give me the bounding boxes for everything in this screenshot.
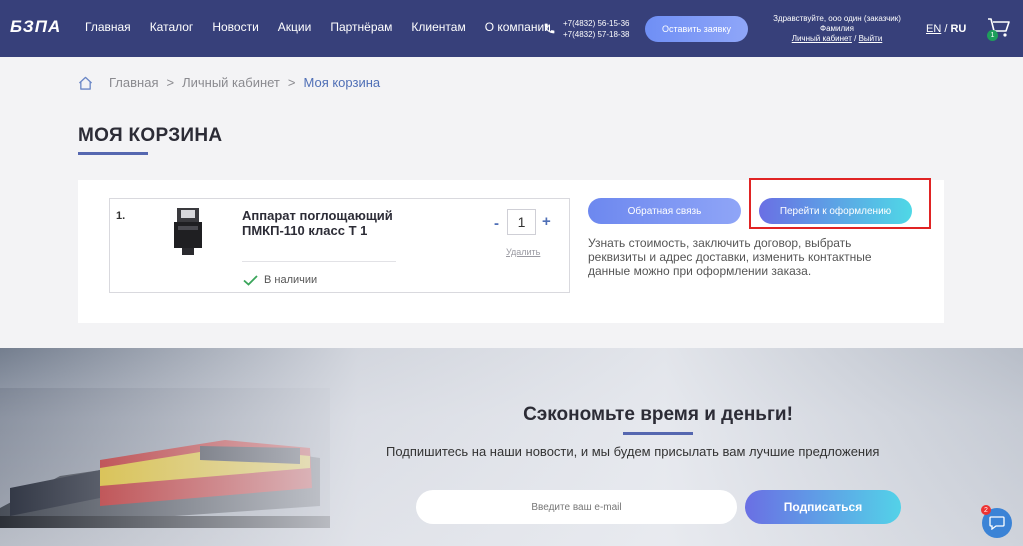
item-index: 1. [116, 210, 126, 222]
nav-item-news[interactable]: Новости [212, 20, 258, 34]
stock-status: В наличии [243, 274, 317, 286]
breadcrumb-separator: > [166, 75, 175, 90]
quantity-decrease-button[interactable]: - [494, 215, 499, 232]
personal-account-link[interactable]: Личный кабинет [792, 34, 852, 43]
home-icon[interactable] [78, 76, 93, 90]
nav-item-partners[interactable]: Партнёрам [330, 20, 392, 34]
company-logo[interactable]: БЗПА [10, 17, 68, 35]
cart-count-badge: 1 [987, 30, 998, 41]
phone-number[interactable]: +7(4832) 56-15-36 [563, 18, 630, 29]
nav-item-clients[interactable]: Клиентам [411, 20, 465, 34]
user-greeting: Здравствуйте, ооо один (заказчик) Фамили… [762, 14, 912, 44]
nav-item-catalog[interactable]: Каталог [150, 20, 194, 34]
nav-item-about[interactable]: О компании [485, 20, 551, 34]
breadcrumb-home[interactable]: Главная [109, 75, 158, 90]
banner-subtitle: Подпишитесь на наши новости, и мы будем … [386, 444, 880, 459]
leave-request-button[interactable]: Оставить заявку [645, 16, 748, 42]
check-icon [243, 274, 258, 286]
subscribe-banner: Сэкономьте время и деньги! Подпишитесь н… [0, 348, 1023, 546]
remove-item-link[interactable]: Удалить [506, 247, 540, 257]
divider [242, 261, 396, 262]
account-links: Личный кабинет / Выйти [762, 34, 912, 44]
banner-underline [623, 432, 693, 435]
breadcrumb: Главная > Личный кабинет > Моя корзина [78, 75, 380, 90]
phone-numbers: +7(4832) 56-15-36 +7(4832) 57-18-38 [563, 18, 630, 40]
main-nav: Главная Каталог Новости Акции Партнёрам … [85, 20, 570, 34]
subscribe-button[interactable]: Подписаться [745, 490, 901, 524]
feedback-button[interactable]: Обратная связь [588, 198, 741, 224]
quantity-increase-button[interactable]: + [542, 213, 551, 230]
page: БЗПА Главная Каталог Новости Акции Партн… [0, 0, 1023, 546]
product-name[interactable]: Аппарат поглощающий ПМКП-110 класс Т 1 [242, 208, 402, 238]
top-header: БЗПА Главная Каталог Новости Акции Партн… [0, 0, 1023, 57]
page-title: МОЯ КОРЗИНА [78, 125, 223, 146]
logout-link[interactable]: Выйти [859, 34, 883, 43]
breadcrumb-separator: > [287, 75, 296, 90]
title-underline [78, 152, 148, 155]
breadcrumb-account[interactable]: Личный кабинет [182, 75, 280, 90]
lang-ru[interactable]: RU [950, 23, 966, 35]
greeting-text: Здравствуйте, ооо один (заказчик) [773, 14, 901, 23]
quantity-input[interactable]: 1 [507, 209, 536, 235]
chat-icon [989, 516, 1005, 530]
email-input[interactable]: Введите ваш e-mail [416, 490, 737, 524]
greeting-surname: Фамилия [820, 24, 854, 33]
banner-title: Сэкономьте время и деньги! [523, 404, 793, 425]
chat-notification-badge: 2 [981, 505, 991, 515]
checkout-button[interactable]: Перейти к оформлению [759, 198, 912, 224]
language-switcher: EN / RU [926, 23, 966, 35]
phone-icon [544, 23, 555, 34]
link-separator: / [854, 34, 857, 43]
nav-item-home[interactable]: Главная [85, 20, 131, 34]
breadcrumb-current: Моя корзина [303, 75, 381, 90]
stock-label: В наличии [264, 274, 318, 286]
lang-en[interactable]: EN [926, 23, 941, 35]
nav-item-promotions[interactable]: Акции [278, 20, 312, 34]
phone-number[interactable]: +7(4832) 57-18-38 [563, 29, 630, 40]
product-image[interactable] [168, 206, 208, 258]
svg-text:БЗПА: БЗПА [10, 17, 61, 35]
lang-separator: / [944, 23, 948, 35]
checkout-note: Узнать стоимость, заключить договор, выб… [588, 236, 872, 278]
